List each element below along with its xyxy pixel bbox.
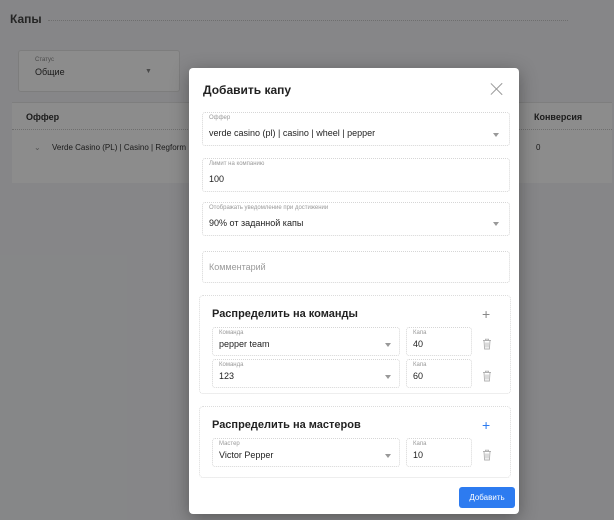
close-icon[interactable] (489, 81, 505, 97)
masters-section: Распределить на мастеров + Мастер Victor… (199, 406, 511, 478)
add-cap-modal: Добавить капу Оффер verde casino (pl) | … (189, 68, 519, 514)
notification-threshold-label: Отображать уведомление при достижении (209, 205, 329, 211)
trash-icon[interactable] (482, 338, 492, 350)
trash-icon[interactable] (482, 449, 492, 461)
team-select[interactable]: Команда pepper team (212, 327, 400, 356)
teams-section: Распределить на команды + Команда pepper… (199, 295, 511, 394)
master-select[interactable]: Мастер Victor Pepper (212, 438, 400, 467)
comment-field[interactable]: Комментарий (202, 251, 510, 283)
cap-value: 40 (413, 339, 424, 349)
team-select[interactable]: Команда 123 (212, 359, 400, 388)
cap-value: 10 (413, 450, 424, 460)
notification-threshold-value: 90% от заданной капы (209, 218, 304, 228)
master-label: Мастер (219, 441, 240, 447)
notification-threshold-select[interactable]: Отображать уведомление при достижении 90… (202, 202, 510, 236)
plus-icon[interactable]: + (482, 418, 490, 432)
limit-label: Лимит на компанию (209, 161, 265, 167)
chevron-down-icon (385, 375, 391, 379)
master-value: Victor Pepper (219, 450, 274, 460)
chevron-down-icon (493, 222, 499, 226)
masters-section-title: Распределить на мастеров (212, 419, 361, 431)
teams-section-title: Распределить на команды (212, 308, 358, 320)
chevron-down-icon (493, 133, 499, 137)
cap-value: 60 (413, 371, 424, 381)
comment-placeholder: Комментарий (209, 262, 266, 272)
cap-label: Капа (413, 330, 427, 336)
trash-icon[interactable] (482, 370, 492, 382)
team-cap-input[interactable]: Капа 60 (406, 359, 472, 388)
modal-title: Добавить капу (203, 83, 292, 97)
limit-value: 100 (209, 174, 225, 184)
team-label: Команда (219, 330, 244, 336)
team-value: pepper team (219, 339, 270, 349)
offer-select[interactable]: Оффер verde casino (pl) | casino | wheel… (202, 112, 510, 146)
offer-label: Оффер (209, 115, 231, 121)
offer-value: verde casino (pl) | casino | wheel | pep… (209, 128, 376, 138)
chevron-down-icon (385, 343, 391, 347)
plus-icon[interactable]: + (482, 307, 490, 321)
team-label: Команда (219, 362, 244, 368)
master-cap-input[interactable]: Капа 10 (406, 438, 472, 467)
limit-input[interactable]: Лимит на компанию 100 (202, 158, 510, 192)
team-value: 123 (219, 371, 235, 381)
add-button[interactable]: Добавить (459, 487, 515, 508)
team-cap-input[interactable]: Капа 40 (406, 327, 472, 356)
chevron-down-icon (385, 454, 391, 458)
cap-label: Капа (413, 441, 427, 447)
cap-label: Капа (413, 362, 427, 368)
